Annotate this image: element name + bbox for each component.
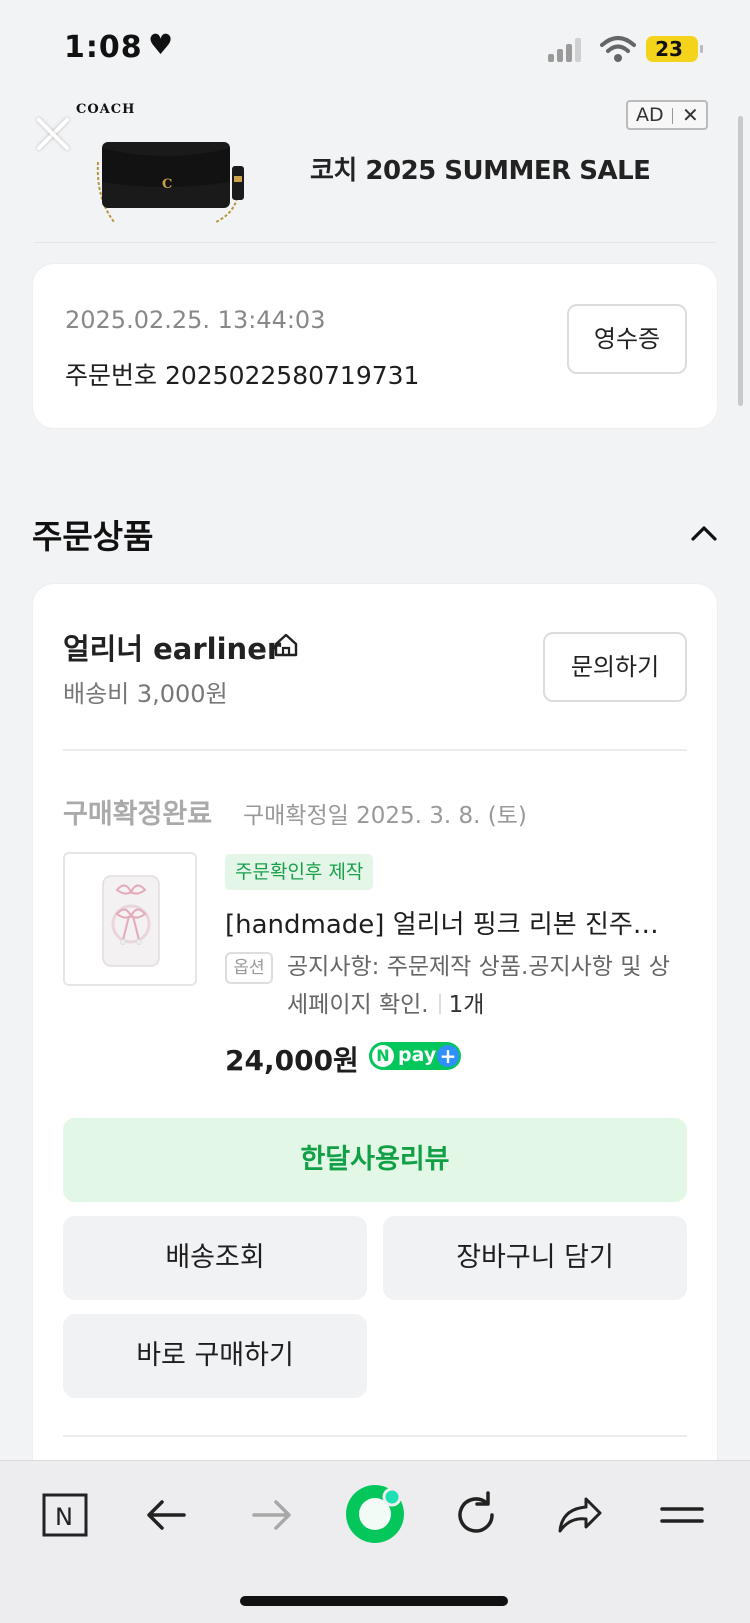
purchase-status: 구매확정완료 bbox=[63, 799, 213, 830]
confirm-date: 구매확정일 2025. 3. 8. (토) bbox=[243, 803, 527, 829]
handbag-image: C bbox=[96, 142, 244, 223]
npay-label: pay bbox=[398, 1044, 437, 1066]
svg-text:N: N bbox=[55, 1503, 73, 1531]
shipping-fee: 배송비 3,000원 bbox=[63, 680, 228, 708]
phone-case-image bbox=[102, 875, 160, 967]
npay-n-icon: N bbox=[372, 1045, 394, 1067]
divider bbox=[63, 1435, 687, 1437]
seller-name[interactable]: 얼리너 earliner bbox=[63, 626, 281, 668]
signal-icon bbox=[548, 38, 584, 62]
made-to-order-badge: 주문확인후 제작 bbox=[225, 854, 374, 890]
store-home-icon[interactable] bbox=[273, 632, 299, 658]
order-info-card: 2025.02.25. 13:44:03 주문번호 20250225807197… bbox=[32, 263, 718, 429]
svg-text:C: C bbox=[162, 177, 172, 192]
npay-plus-badge: N pay + bbox=[369, 1042, 461, 1070]
ad-tag[interactable]: AD ✕ bbox=[626, 100, 708, 130]
option-text: 공지사항: 주문제작 상품.공지사항 및 상세페이지 확인. 1개 bbox=[287, 948, 687, 1024]
home-indicator[interactable] bbox=[240, 1596, 508, 1606]
battery-cap bbox=[700, 45, 703, 53]
ad-label: AD bbox=[636, 104, 664, 126]
scrollbar[interactable] bbox=[738, 116, 743, 406]
heart-icon: ♥ bbox=[148, 28, 174, 61]
delivery-tracking-button[interactable]: 배송조회 bbox=[63, 1216, 367, 1300]
battery-icon: 23 bbox=[646, 36, 703, 62]
naver-home-icon[interactable]: N bbox=[38, 1487, 94, 1543]
order-detail-page: 1:08 ♥ 23 COACH C 코치 2025 SUMMER SALE AD bbox=[0, 0, 750, 1623]
inquiry-button[interactable]: 문의하기 bbox=[543, 632, 687, 702]
share-icon[interactable] bbox=[552, 1487, 608, 1543]
menu-icon[interactable] bbox=[654, 1487, 710, 1543]
receipt-button[interactable]: 영수증 bbox=[567, 304, 687, 374]
add-to-cart-button[interactable]: 장바구니 담기 bbox=[383, 1216, 687, 1300]
divider bbox=[34, 242, 716, 243]
order-number: 주문번호 2025022580719731 bbox=[65, 361, 420, 390]
ad-title: 코치 2025 SUMMER SALE bbox=[310, 156, 651, 186]
quantity-separator bbox=[438, 994, 441, 1014]
refresh-icon[interactable] bbox=[448, 1487, 504, 1543]
buy-now-button[interactable]: 바로 구매하기 bbox=[63, 1314, 367, 1398]
ad-brand-logo: COACH bbox=[76, 102, 136, 117]
back-icon[interactable] bbox=[140, 1487, 196, 1543]
green-dot-icon[interactable] bbox=[342, 1481, 408, 1547]
ad-separator bbox=[672, 108, 673, 124]
plus-icon: + bbox=[437, 1045, 459, 1067]
option-tag: 옵션 bbox=[225, 952, 273, 984]
product-name[interactable]: [handmade] 얼리너 핑크 리본 진주… bbox=[225, 904, 695, 941]
divider bbox=[63, 749, 687, 751]
chevron-up-icon[interactable] bbox=[690, 520, 718, 548]
section-title: 주문상품 bbox=[32, 517, 154, 556]
product-price: 24,000원 bbox=[225, 1044, 359, 1077]
status-bar: 1:08 ♥ 23 bbox=[0, 0, 750, 100]
product-quantity: 1개 bbox=[448, 992, 485, 1018]
status-time: 1:08 bbox=[64, 30, 143, 65]
ad-close-icon[interactable]: ✕ bbox=[682, 103, 699, 127]
battery-level: 23 bbox=[655, 37, 683, 61]
one-month-review-button[interactable]: 한달사용리뷰 bbox=[63, 1118, 687, 1202]
forward-icon[interactable] bbox=[244, 1487, 300, 1543]
wifi-icon bbox=[600, 36, 636, 62]
order-date: 2025.02.25. 13:44:03 bbox=[65, 306, 326, 334]
product-thumbnail[interactable] bbox=[63, 852, 197, 986]
close-icon[interactable] bbox=[34, 114, 72, 152]
